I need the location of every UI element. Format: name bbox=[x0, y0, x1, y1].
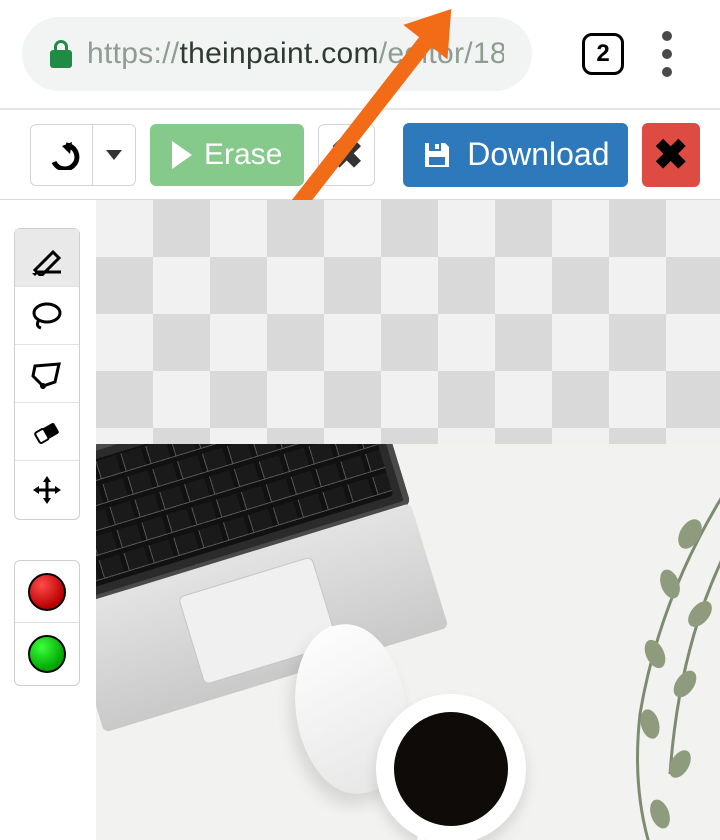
undo-icon bbox=[44, 140, 80, 170]
close-editor-button[interactable]: ✖ bbox=[642, 123, 700, 187]
browser-address-bar: https://theinpaint.com/editor/181 2 bbox=[0, 0, 720, 108]
workspace bbox=[0, 200, 720, 840]
url-scheme: https:// bbox=[87, 37, 179, 70]
erase-button[interactable]: Erase bbox=[150, 124, 304, 186]
red-dot-icon bbox=[28, 573, 66, 611]
canvas[interactable] bbox=[96, 200, 720, 840]
mask-color-red[interactable] bbox=[15, 561, 79, 623]
mask-color-green[interactable] bbox=[15, 623, 79, 685]
marker-icon bbox=[29, 240, 65, 276]
undo-history-dropdown[interactable] bbox=[92, 124, 136, 186]
photo-plant bbox=[540, 474, 720, 840]
green-dot-icon bbox=[28, 635, 66, 673]
lock-icon bbox=[50, 40, 71, 68]
download-label: Download bbox=[467, 136, 609, 173]
move-icon bbox=[30, 473, 64, 507]
undo-button[interactable] bbox=[30, 124, 92, 186]
polygon-icon bbox=[29, 356, 65, 392]
chevron-down-icon bbox=[106, 150, 122, 160]
mask-color-palette bbox=[14, 560, 80, 686]
close-icon: ✖ bbox=[653, 134, 688, 176]
tab-count-value: 2 bbox=[596, 40, 609, 68]
browser-menu-button[interactable] bbox=[662, 31, 672, 77]
lasso-tool[interactable] bbox=[15, 287, 79, 345]
download-button[interactable]: Download bbox=[403, 123, 627, 187]
save-icon bbox=[421, 139, 453, 171]
photo-layer bbox=[96, 444, 720, 840]
erase-label: Erase bbox=[204, 138, 282, 172]
lasso-icon bbox=[29, 298, 65, 334]
tool-palette bbox=[14, 228, 80, 520]
url-host: theinpaint.com bbox=[179, 37, 378, 70]
marker-tool[interactable] bbox=[15, 229, 79, 287]
move-tool[interactable] bbox=[15, 461, 79, 519]
play-icon bbox=[172, 141, 192, 169]
undo-split-button bbox=[30, 124, 136, 186]
tab-count-button[interactable]: 2 bbox=[582, 33, 624, 75]
eraser-icon bbox=[30, 415, 64, 449]
polygon-lasso-tool[interactable] bbox=[15, 345, 79, 403]
eraser-tool[interactable] bbox=[15, 403, 79, 461]
photo-coffee-cup bbox=[376, 694, 526, 840]
